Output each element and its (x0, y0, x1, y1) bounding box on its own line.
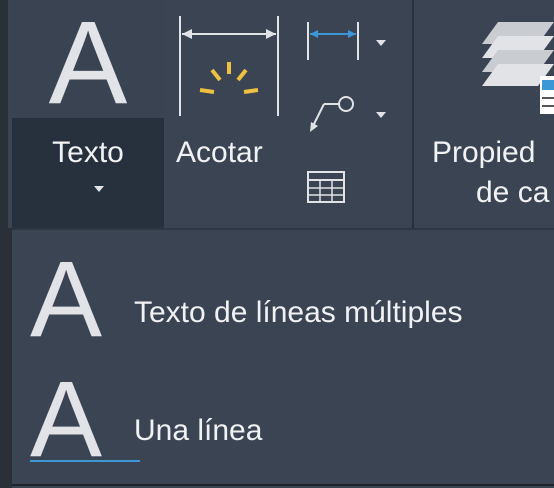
chevron-down-icon[interactable] (376, 40, 386, 46)
menu-item-label: Texto de líneas múltiples (134, 296, 463, 329)
layer-properties-label-line2: de ca (476, 176, 550, 209)
single-line-text-icon: A (30, 358, 103, 479)
multiline-text-icon: A (30, 238, 103, 359)
linear-dimension-icon[interactable] (306, 22, 360, 62)
menu-item-label: Una línea (134, 414, 263, 447)
dimension-icon (179, 16, 279, 116)
menu-item-multiline-text[interactable]: A Texto de líneas múltiples (12, 240, 554, 358)
table-icon[interactable] (306, 170, 346, 204)
layer-properties-label-line1: Propied (432, 136, 536, 169)
texto-button-upper[interactable]: A (12, 0, 164, 122)
leader-icon[interactable] (306, 92, 362, 136)
layers-icon (482, 22, 554, 114)
menu-item-single-line-text[interactable]: A Una línea (12, 358, 554, 476)
panel-separator (412, 0, 414, 228)
single-line-underline (30, 460, 140, 462)
texto-split-button[interactable]: A Texto (12, 0, 164, 228)
chevron-down-icon[interactable] (376, 112, 386, 118)
chevron-down-icon[interactable] (94, 186, 104, 192)
texto-button-label: Texto (52, 136, 124, 169)
text-a-icon: A (48, 0, 128, 129)
texto-dropdown-menu: A Texto de líneas múltiples A Una línea (12, 228, 554, 488)
acotar-button-label: Acotar (176, 136, 263, 169)
